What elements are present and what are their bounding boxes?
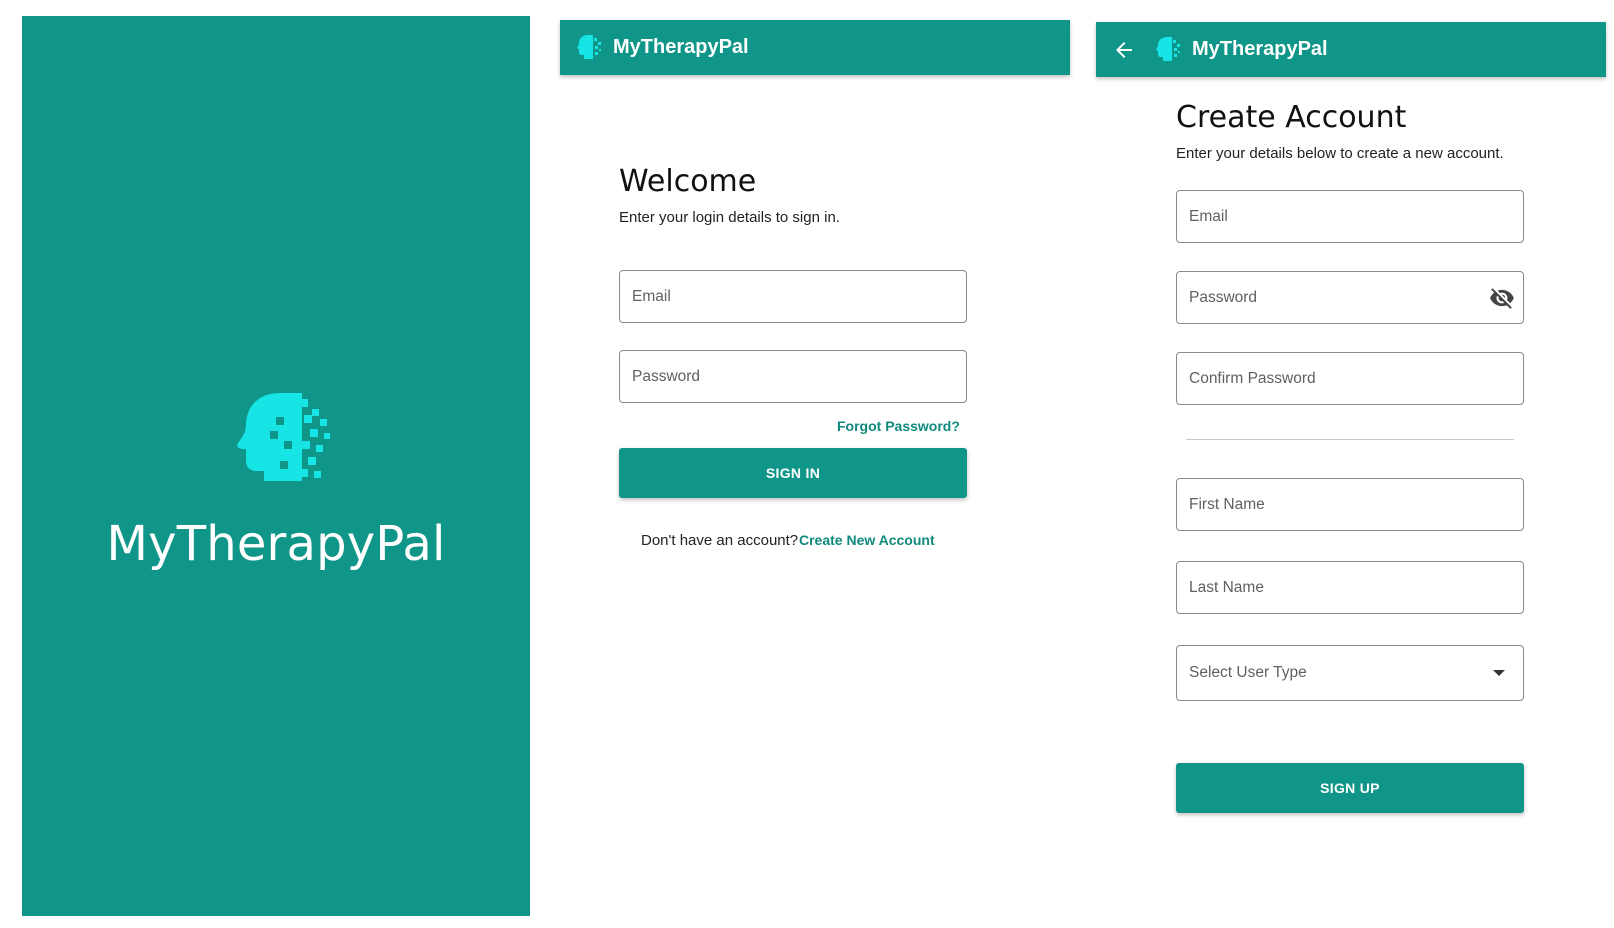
app-title: MyTherapyPal bbox=[613, 36, 749, 58]
page-title: Welcome bbox=[619, 164, 757, 199]
app-bar: MyTherapyPal bbox=[560, 20, 1070, 75]
no-account-text: Don't have an account? bbox=[641, 532, 799, 549]
sign-in-button[interactable]: SIGN IN bbox=[619, 448, 967, 498]
confirm-password-input[interactable] bbox=[1177, 369, 1523, 388]
divider bbox=[1186, 439, 1514, 440]
register-screen: MyTherapyPal Create Account Enter your d… bbox=[1096, 22, 1606, 922]
visibility-off-icon[interactable] bbox=[1489, 285, 1515, 311]
email-field[interactable] bbox=[1176, 190, 1524, 243]
last-name-input[interactable] bbox=[1177, 578, 1523, 597]
page-subtitle: Enter your login details to sign in. bbox=[619, 209, 840, 226]
confirm-password-field[interactable] bbox=[1176, 352, 1524, 405]
email-input[interactable] bbox=[620, 287, 966, 306]
login-screen: MyTherapyPal Welcome Enter your login de… bbox=[560, 20, 1070, 920]
brain-head-logo-icon bbox=[1156, 36, 1180, 61]
sign-up-button[interactable]: SIGN UP bbox=[1176, 763, 1524, 813]
password-field[interactable] bbox=[1176, 271, 1524, 324]
brain-head-logo-icon bbox=[577, 34, 601, 59]
email-field[interactable] bbox=[619, 270, 967, 323]
page-title: Create Account bbox=[1176, 100, 1407, 135]
create-account-link[interactable]: Create New Account bbox=[799, 532, 935, 548]
password-field[interactable] bbox=[619, 350, 967, 403]
splash-title: MyTherapyPal bbox=[106, 516, 446, 572]
app-title: MyTherapyPal bbox=[1192, 38, 1328, 60]
email-input[interactable] bbox=[1177, 207, 1523, 226]
splash-screen: MyTherapyPal bbox=[22, 16, 530, 916]
page-subtitle: Enter your details below to create a new… bbox=[1176, 145, 1504, 162]
dropdown-arrow-icon bbox=[1493, 670, 1505, 676]
user-type-select[interactable]: Select User Type bbox=[1176, 645, 1524, 701]
password-input[interactable] bbox=[1177, 288, 1489, 307]
last-name-field[interactable] bbox=[1176, 561, 1524, 614]
first-name-input[interactable] bbox=[1177, 495, 1523, 514]
brain-head-icon bbox=[237, 393, 330, 481]
app-bar: MyTherapyPal bbox=[1096, 22, 1606, 77]
password-input[interactable] bbox=[620, 367, 966, 386]
user-type-label: Select User Type bbox=[1189, 664, 1307, 681]
first-name-field[interactable] bbox=[1176, 478, 1524, 531]
back-arrow-icon[interactable] bbox=[1112, 38, 1136, 62]
forgot-password-link[interactable]: Forgot Password? bbox=[837, 418, 960, 434]
